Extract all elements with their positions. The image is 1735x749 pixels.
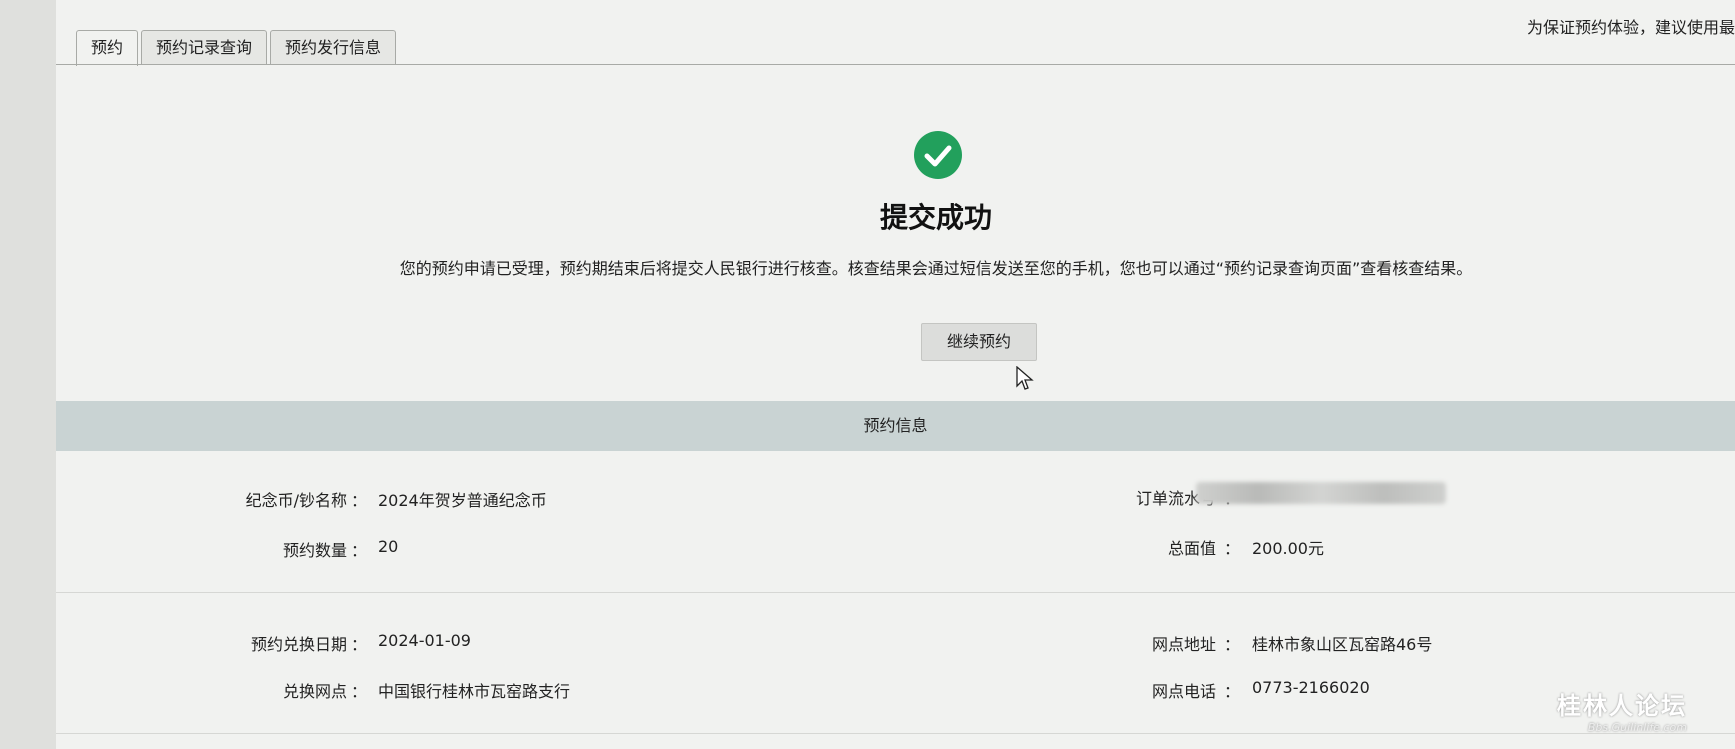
coin-name-label: 纪念币/钞名称	[245, 491, 347, 510]
phone-value: 0773-2166020	[1252, 678, 1370, 697]
quantity-label: 预约数量	[282, 541, 347, 560]
watermark: 桂林人论坛 Bbs.Guilinlife.com	[1557, 686, 1687, 734]
watermark-url: Bbs.Guilinlife.com	[1587, 721, 1687, 734]
address-value: 桂林市象山区瓦窑路46号	[1252, 635, 1433, 654]
tab-reservation[interactable]: 预约	[76, 30, 139, 66]
colon: ：	[351, 491, 368, 510]
quantity-value: 20	[378, 537, 399, 556]
left-edge	[0, 0, 56, 749]
tab-bar: 预约 预约记录查询 预约发行信息	[76, 30, 399, 66]
colon: ：	[351, 682, 368, 701]
watermark-title: 桂林人论坛	[1557, 692, 1687, 720]
total-label: 总面值	[1167, 539, 1216, 558]
exchange-date-value: 2024-01-09	[378, 631, 471, 650]
tab-record-query[interactable]: 预约记录查询	[141, 30, 268, 65]
total-value: 200.00元	[1252, 539, 1324, 558]
order-no-redacted	[1196, 482, 1446, 504]
colon: ：	[1224, 635, 1241, 654]
success-message: 您的预约申请已受理，预约期结束后将提交人民银行进行核查。核查结果会通过短信发送至…	[399, 259, 1473, 278]
check-circle-icon	[914, 131, 962, 179]
address-label: 网点地址	[1151, 635, 1216, 654]
row-divider	[56, 592, 1735, 593]
mouse-cursor-icon	[1016, 366, 1034, 390]
branch-label: 兑换网点	[282, 682, 347, 701]
colon: ：	[351, 635, 368, 654]
reservation-info-header: 预约信息	[56, 401, 1735, 451]
tab-issue-info[interactable]: 预约发行信息	[270, 30, 397, 65]
colon: ：	[1224, 539, 1241, 558]
exchange-date-label: 预约兑换日期	[250, 635, 347, 654]
branch-value: 中国银行桂林市瓦窑路支行	[378, 682, 571, 701]
colon: ：	[1224, 682, 1241, 701]
colon: ：	[351, 541, 368, 560]
phone-label: 网点电话	[1151, 682, 1216, 701]
top-notice: 为保证预约体验，建议使用最	[1526, 18, 1735, 37]
coin-name-value: 2024年贺岁普通纪念币	[378, 491, 547, 510]
row-divider	[56, 733, 1735, 734]
success-title: 提交成功	[879, 201, 992, 234]
tab-divider	[56, 64, 1735, 65]
continue-reservation-button[interactable]: 继续预约	[921, 323, 1037, 361]
main-page: 预约 预约记录查询 预约发行信息 为保证预约体验，建议使用最 提交成功 您的预约…	[56, 0, 1735, 749]
